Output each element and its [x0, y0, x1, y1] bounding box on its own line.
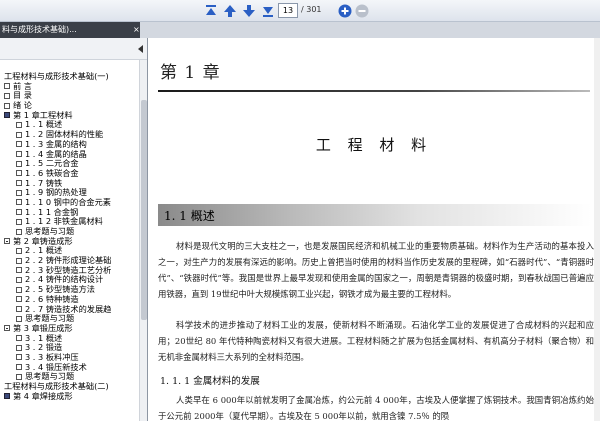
- zoom-in-icon[interactable]: [337, 3, 353, 19]
- collapse-sidebar-icon[interactable]: [138, 45, 143, 53]
- bookmark-node-icon[interactable]: [16, 344, 22, 351]
- document-view: 第 1 章 工 程 材 料 1. 1 概述 材料是现代文明的三大支柱之一，也是发…: [148, 38, 600, 421]
- bookmark-node-icon[interactable]: [16, 209, 22, 216]
- bookmark-item[interactable]: 3 . 1 概述: [2, 333, 138, 344]
- bookmark-item[interactable]: 第 3 章锻压成形: [2, 323, 138, 334]
- bookmark-node-icon[interactable]: [16, 373, 22, 380]
- bookmark-node-icon[interactable]: [4, 112, 10, 119]
- section-title: 1. 1 概述: [164, 209, 215, 223]
- sidebar-scroll-thumb[interactable]: [141, 100, 147, 320]
- chapter-title: 工 程 材 料: [315, 136, 433, 154]
- page-total-label: / 301: [301, 5, 322, 14]
- bookmark-node-icon[interactable]: [16, 141, 22, 148]
- bookmark-node-icon[interactable]: [4, 102, 10, 109]
- bookmark-node-icon[interactable]: [16, 180, 22, 187]
- sidebar-scrollbar[interactable]: [139, 60, 147, 421]
- zoom-out-icon[interactable]: [354, 3, 370, 19]
- bookmark-item[interactable]: 第 2 章铸造成形: [2, 236, 138, 247]
- bookmark-node-icon[interactable]: [16, 364, 22, 371]
- bookmark-node-icon[interactable]: [16, 228, 22, 235]
- bookmark-node-icon[interactable]: [16, 315, 22, 322]
- next-page-icon[interactable]: [241, 3, 257, 19]
- collapse-node-icon[interactable]: [4, 325, 10, 332]
- bookmark-node-icon[interactable]: [16, 276, 22, 283]
- bookmark-node-icon[interactable]: [16, 257, 22, 264]
- bookmark-node-icon[interactable]: [16, 218, 22, 225]
- tab-title: 料与成形技术基础)...: [2, 25, 77, 34]
- bookmark-node-icon[interactable]: [16, 306, 22, 312]
- tab-strip-empty: [140, 22, 600, 38]
- chapter-label: 第 1 章: [160, 63, 221, 83]
- bookmark-item[interactable]: 1 . 6 铁碳合金: [2, 168, 138, 179]
- bookmark-node-icon[interactable]: [16, 286, 22, 293]
- bookmark-node-icon[interactable]: [4, 83, 10, 90]
- bookmark-node-icon[interactable]: [16, 170, 22, 177]
- bookmark-label: 第 4 章焊接成形: [13, 390, 73, 401]
- prev-page-icon[interactable]: [222, 3, 238, 19]
- tab-strip: 料与成形技术基础)... ×: [0, 22, 600, 38]
- collapse-node-icon[interactable]: [4, 238, 10, 245]
- bookmark-sidebar: 工程材料与成形技术基础(一) 前 言目 录绪 论第 1 章工程材料 1 . 1 概述…: [0, 38, 148, 421]
- bookmark-node-icon[interactable]: [16, 354, 22, 361]
- bookmark-node-icon[interactable]: [16, 199, 22, 206]
- bookmark-item[interactable]: 第 1 章工程材料: [2, 110, 138, 121]
- navigation-toolbar: 13 / 301: [0, 0, 600, 22]
- bookmark-node-icon[interactable]: [16, 131, 22, 138]
- bookmark-item[interactable]: 第 4 章焊接成形: [2, 390, 138, 402]
- bookmark-node-icon[interactable]: [16, 121, 22, 128]
- bookmark-node-icon[interactable]: [4, 92, 10, 99]
- paragraph: 科学技术的进步推动了材料工业的发展，使新材料不断涌现。石油化学工业的发展促进了合…: [158, 320, 594, 362]
- close-tab-icon[interactable]: ×: [133, 22, 140, 38]
- bookmark-node-icon[interactable]: [4, 393, 10, 400]
- paragraph: 材料是现代文明的三大支柱之一，也是发展国民经济和机械工业的重要物质基础。材料作为…: [158, 241, 594, 299]
- bookmark-node-icon[interactable]: [16, 247, 22, 254]
- chapter-rule: [158, 90, 590, 92]
- bookmark-node-icon[interactable]: [16, 160, 22, 167]
- bookmark-node-icon[interactable]: [16, 189, 22, 196]
- bookmark-node-icon[interactable]: [16, 267, 22, 274]
- tab-document[interactable]: 料与成形技术基础)...: [0, 22, 140, 38]
- subsection-title: 1. 1. 1 金属材料的发展: [160, 376, 260, 387]
- document-scrollbar[interactable]: [594, 38, 600, 421]
- bookmark-node-icon[interactable]: [16, 296, 22, 303]
- sidebar-header: [0, 38, 147, 60]
- paragraph: 人类早在 6 000年以前就发明了金属冶炼，约公元前 4 000年，古埃及人便掌…: [158, 395, 594, 421]
- bookmark-tree: 工程材料与成形技术基础(一) 前 言目 录绪 论第 1 章工程材料 1 . 1 概述…: [2, 71, 138, 402]
- page-number-input[interactable]: 13: [278, 3, 298, 18]
- first-page-icon[interactable]: [203, 3, 219, 19]
- last-page-icon[interactable]: [260, 3, 276, 19]
- bookmark-node-icon[interactable]: [16, 335, 22, 342]
- section-band: [158, 204, 592, 226]
- bookmark-node-icon[interactable]: [16, 151, 22, 157]
